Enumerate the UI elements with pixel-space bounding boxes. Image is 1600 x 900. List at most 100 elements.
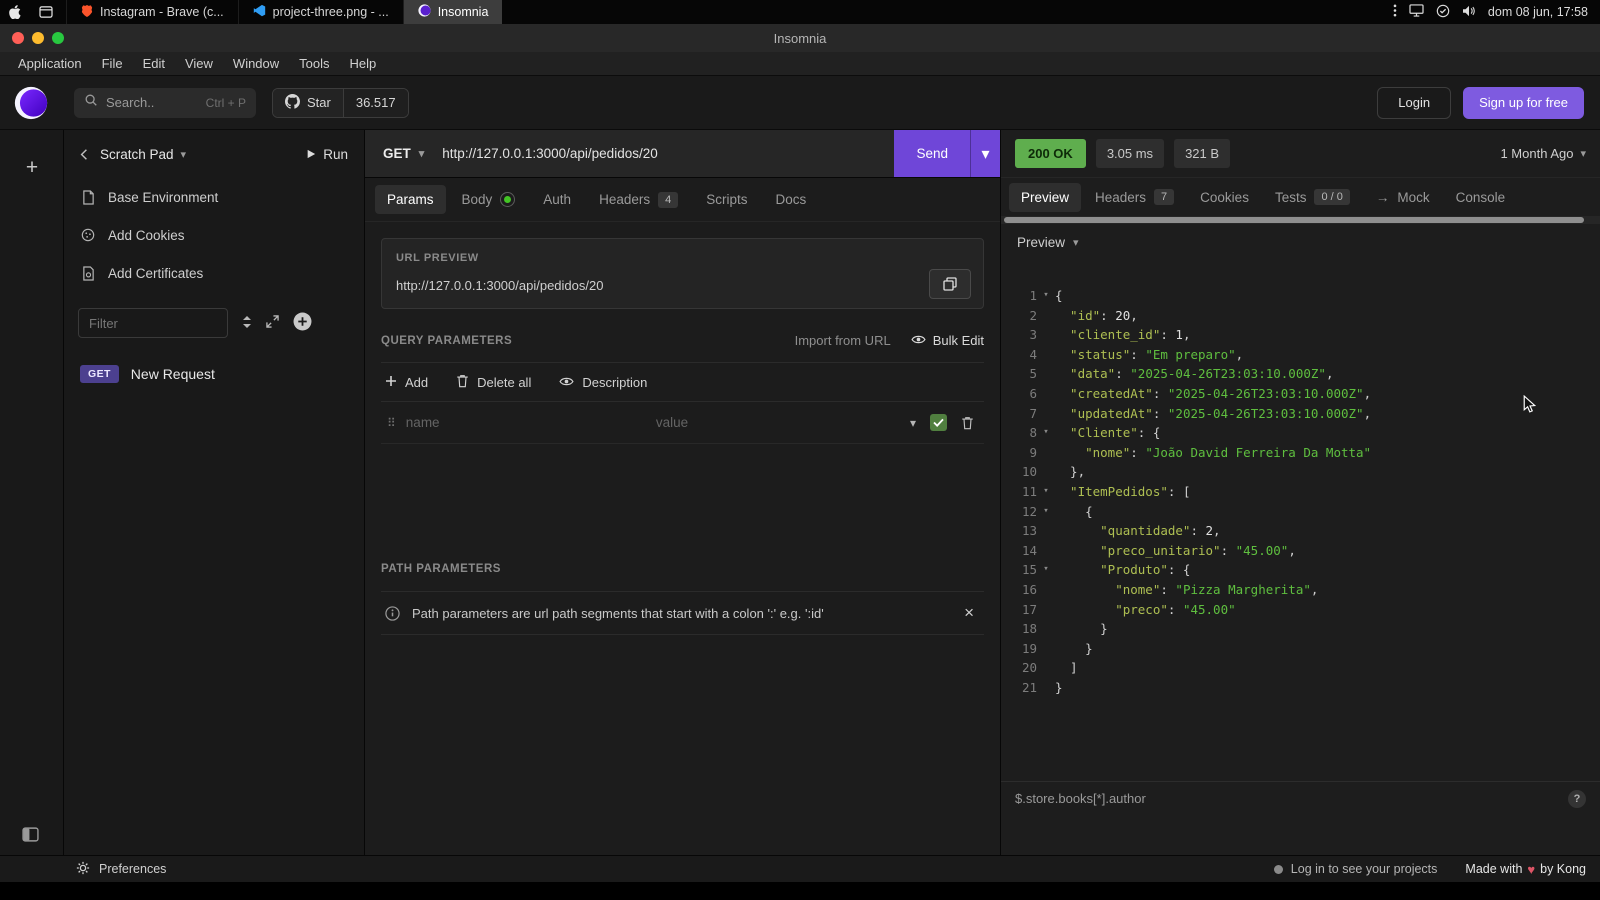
- tab-cookies[interactable]: Cookies: [1188, 183, 1261, 212]
- star-count[interactable]: 36.517: [343, 89, 408, 117]
- tab-response-headers[interactable]: Headers 7: [1083, 182, 1186, 212]
- window-icon[interactable]: [30, 0, 62, 24]
- apple-menu-icon[interactable]: [0, 0, 30, 24]
- arrow-right-icon: →: [1376, 190, 1390, 205]
- param-name-input[interactable]: [406, 415, 646, 430]
- os-tab-brave[interactable]: Instagram - Brave (c...: [66, 0, 238, 24]
- play-icon: [306, 147, 316, 162]
- expand-icon[interactable]: [266, 315, 279, 331]
- fold-toggle-icon[interactable]: ▾: [1037, 423, 1055, 443]
- code-line: 14"preco_unitario": "45.00",: [1001, 541, 1600, 561]
- insomnia-logo[interactable]: [14, 86, 48, 120]
- back-chevron-icon[interactable]: [80, 148, 88, 161]
- request-url-bar: GET ▾ http://127.0.0.1:3000/api/pedidos/…: [365, 130, 1000, 178]
- preferences-button[interactable]: Preferences: [76, 861, 166, 878]
- preview-mode-dropdown[interactable]: Preview ▾: [1001, 224, 1600, 260]
- fold-spacer: [1037, 306, 1055, 326]
- request-list-item[interactable]: GET New Request: [64, 356, 364, 392]
- response-body-viewer[interactable]: 1▾{2"id": 20,3"cliente_id": 1,4"status":…: [1001, 260, 1600, 781]
- sidebar-filter-input[interactable]: [78, 308, 228, 338]
- menu-file[interactable]: File: [92, 52, 133, 76]
- search-input[interactable]: [106, 95, 198, 110]
- workspace-name: Scratch Pad: [100, 147, 174, 162]
- response-history-dropdown[interactable]: 1 Month Ago ▾: [1500, 146, 1586, 161]
- sidebar-item-base-environment[interactable]: Base Environment: [64, 178, 364, 216]
- import-from-url-link[interactable]: Import from URL: [795, 333, 891, 348]
- send-options-caret[interactable]: ▾: [970, 130, 1000, 177]
- insomnia-icon: [418, 4, 431, 20]
- bulk-edit-toggle[interactable]: Bulk Edit: [911, 333, 984, 348]
- fold-toggle-icon[interactable]: ▾: [1037, 286, 1055, 306]
- new-workspace-button[interactable]: +: [0, 156, 64, 180]
- filter-help-button[interactable]: ?: [1568, 790, 1586, 808]
- run-button[interactable]: Run: [306, 147, 348, 162]
- os-tab-vscode[interactable]: project-three.png - ...: [238, 0, 403, 24]
- delete-all-button[interactable]: Delete all: [456, 374, 531, 391]
- menu-view[interactable]: View: [175, 52, 223, 76]
- workspace-dropdown[interactable]: Scratch Pad ▾: [100, 147, 186, 162]
- login-hint-link[interactable]: Log in to see your projects: [1274, 862, 1438, 876]
- tab-docs[interactable]: Docs: [764, 185, 819, 214]
- send-button[interactable]: Send: [894, 130, 970, 177]
- os-tab-insomnia[interactable]: Insomnia: [403, 0, 503, 24]
- login-button[interactable]: Login: [1377, 87, 1451, 119]
- os-menu-bar: Instagram - Brave (c... project-three.pn…: [0, 0, 1600, 24]
- tab-body[interactable]: Body: [450, 185, 528, 214]
- headers-count-badge: 4: [658, 192, 678, 208]
- tab-auth[interactable]: Auth: [531, 185, 583, 214]
- method-dropdown[interactable]: GET ▾: [383, 146, 424, 161]
- chevron-down-icon: ▾: [1580, 147, 1586, 160]
- tab-console[interactable]: Console: [1444, 183, 1518, 212]
- tabs-scrollbar[interactable]: [1001, 216, 1600, 224]
- file-icon: [80, 190, 96, 205]
- chevron-down-icon: ▾: [181, 148, 187, 161]
- copy-url-button[interactable]: [929, 269, 971, 299]
- jsonpath-filter-input[interactable]: [1015, 791, 1558, 806]
- menu-window[interactable]: Window: [223, 52, 289, 76]
- url-input[interactable]: http://127.0.0.1:3000/api/pedidos/20: [442, 146, 657, 161]
- fold-spacer: [1037, 404, 1055, 424]
- tab-preview[interactable]: Preview: [1009, 183, 1081, 212]
- tab-scripts[interactable]: Scripts: [694, 185, 759, 214]
- tab-params[interactable]: Params: [375, 185, 446, 214]
- close-icon[interactable]: ×: [958, 603, 980, 623]
- code-line: 19}: [1001, 639, 1600, 659]
- code-line: 16"nome": "Pizza Margherita",: [1001, 580, 1600, 600]
- tab-mock[interactable]: → Mock: [1364, 183, 1442, 212]
- menu-edit[interactable]: Edit: [133, 52, 175, 76]
- param-options-caret[interactable]: ▾: [906, 416, 920, 430]
- github-star-button[interactable]: Star: [273, 89, 343, 117]
- display-icon[interactable]: [1409, 4, 1424, 20]
- fold-toggle-icon[interactable]: ▾: [1037, 482, 1055, 502]
- sidebar-item-add-cookies[interactable]: Add Cookies: [64, 216, 364, 254]
- menu-application[interactable]: Application: [8, 52, 92, 76]
- add-request-icon[interactable]: [293, 312, 312, 334]
- search-icon: [84, 93, 98, 112]
- check-circle-icon[interactable]: [1436, 4, 1450, 21]
- param-value-input[interactable]: [656, 415, 896, 430]
- sidebar-item-add-certificates[interactable]: Add Certificates: [64, 254, 364, 292]
- overflow-menu-icon[interactable]: [1393, 4, 1397, 20]
- tab-headers[interactable]: Headers 4: [587, 185, 690, 215]
- param-enabled-checkbox[interactable]: [930, 414, 947, 431]
- signup-button[interactable]: Sign up for free: [1463, 87, 1584, 119]
- add-param-button[interactable]: Add: [385, 375, 428, 390]
- screen: Instagram - Brave (c... project-three.pn…: [0, 0, 1600, 900]
- scrollbar-thumb[interactable]: [1004, 217, 1584, 223]
- toggle-description-button[interactable]: Description: [559, 375, 647, 390]
- tab-tests[interactable]: Tests 0 / 0: [1263, 182, 1362, 212]
- drag-handle-icon[interactable]: ⠿: [387, 416, 396, 430]
- fold-toggle-icon[interactable]: ▾: [1037, 560, 1055, 580]
- cookie-icon: [80, 228, 96, 242]
- menu-help[interactable]: Help: [340, 52, 387, 76]
- menu-tools[interactable]: Tools: [289, 52, 339, 76]
- sidebar-toggle-icon[interactable]: [22, 827, 39, 847]
- global-search[interactable]: Ctrl + P: [74, 88, 256, 118]
- fold-toggle-icon[interactable]: ▾: [1037, 502, 1055, 522]
- query-actions-row: Add Delete all Description: [381, 362, 984, 402]
- sort-icon[interactable]: [242, 315, 252, 332]
- code-line: 3"cliente_id": 1,: [1001, 325, 1600, 345]
- os-clock[interactable]: dom 08 jun, 17:58: [1488, 5, 1588, 19]
- speaker-icon[interactable]: [1462, 5, 1476, 20]
- param-delete-button[interactable]: [957, 416, 978, 430]
